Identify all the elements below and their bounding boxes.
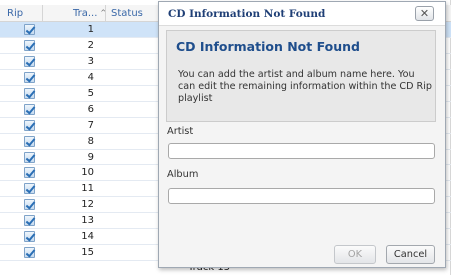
track-number: 10 xyxy=(81,167,94,179)
track-number: 14 xyxy=(81,231,94,243)
track-number: 1 xyxy=(87,24,94,35)
ok-button[interactable]: OK xyxy=(334,245,376,264)
track-number: 6 xyxy=(87,103,94,115)
rip-checkbox[interactable] xyxy=(24,119,35,131)
track-number: 12 xyxy=(81,199,94,211)
column-divider[interactable] xyxy=(42,5,43,22)
info-heading: CD Information Not Found xyxy=(176,39,360,54)
album-input[interactable] xyxy=(168,188,435,204)
dialog-title: CD Information Not Found xyxy=(168,8,326,20)
rip-checkbox[interactable] xyxy=(24,55,35,67)
track-number: 5 xyxy=(87,87,94,99)
info-message: You can add the artist and album name he… xyxy=(178,69,432,104)
track-number: 11 xyxy=(81,183,94,195)
track-number: 3 xyxy=(87,55,94,67)
track-number: 4 xyxy=(87,71,94,83)
rip-checkbox[interactable] xyxy=(24,199,35,211)
info-panel: CD Information Not Found You can add the… xyxy=(166,30,436,122)
rip-checkbox[interactable] xyxy=(24,215,35,227)
dialog-titlebar: CD Information Not Found ✕ xyxy=(159,2,445,26)
rip-checkbox[interactable] xyxy=(24,167,35,179)
track-number: 8 xyxy=(87,135,94,147)
album-label: Album xyxy=(167,169,199,180)
cancel-button[interactable]: Cancel xyxy=(386,245,435,264)
column-header-status[interactable]: Status xyxy=(111,8,143,19)
track-number: 7 xyxy=(87,119,94,131)
column-divider[interactable] xyxy=(105,5,106,22)
rip-checkbox[interactable] xyxy=(24,39,35,51)
rip-checkbox[interactable] xyxy=(24,247,35,259)
track-number: 2 xyxy=(87,39,94,51)
cd-info-dialog: CD Information Not Found ✕ CD Informatio… xyxy=(158,1,446,268)
rip-checkbox[interactable] xyxy=(24,151,35,163)
artist-label: Artist xyxy=(167,126,194,137)
column-header-track-label: Tra... xyxy=(73,8,98,19)
track-number: 9 xyxy=(87,151,94,163)
rip-checkbox[interactable] xyxy=(24,231,35,243)
track-number: 15 xyxy=(81,247,94,259)
rip-checkbox[interactable] xyxy=(24,135,35,147)
rip-checkbox[interactable] xyxy=(24,183,35,195)
column-header-track[interactable]: Tra... ^ xyxy=(73,8,106,19)
track-number: 13 xyxy=(81,215,94,227)
close-button[interactable]: ✕ xyxy=(415,6,434,21)
rip-checkbox[interactable] xyxy=(24,103,35,115)
rip-checkbox[interactable] xyxy=(24,71,35,83)
rip-checkbox[interactable] xyxy=(24,24,35,35)
close-icon: ✕ xyxy=(419,7,430,20)
column-header-rip[interactable]: Rip xyxy=(7,8,23,19)
rip-checkbox[interactable] xyxy=(24,87,35,99)
artist-input[interactable] xyxy=(168,143,435,159)
